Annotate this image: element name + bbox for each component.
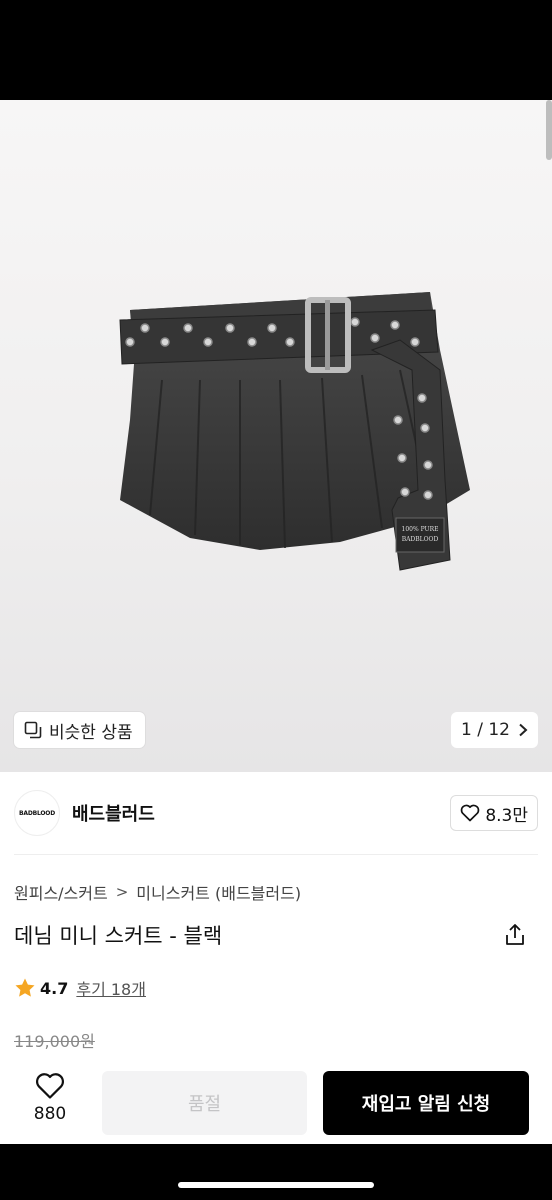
star-icon <box>15 978 35 997</box>
product-info: BADBLOOD 배드블러드 8.3만 원피스/스커트 > 미니스커트 (배드블… <box>0 772 552 1062</box>
similar-products-button[interactable]: 비슷한 상품 <box>14 712 145 748</box>
original-price: 119,000원 <box>14 1032 95 1051</box>
tag-text-line-1: 100% PURE <box>402 526 439 533</box>
rating-row: 4.7 후기 18개 <box>14 976 146 1000</box>
copy-squares-icon <box>24 721 42 739</box>
heart-outline-icon <box>461 804 480 822</box>
breadcrumb-subcategory[interactable]: 미니스커트 (배드블러드) <box>136 880 301 904</box>
brand-row: BADBLOOD 배드블러드 8.3만 <box>14 790 538 836</box>
brand-like-count: 8.3만 <box>485 805 528 826</box>
breadcrumb-separator: > <box>115 883 129 901</box>
brand-logo[interactable]: BADBLOOD <box>14 790 60 836</box>
home-indicator[interactable] <box>178 1182 374 1188</box>
chevron-right-icon <box>519 723 528 737</box>
image-page-indicator[interactable]: 1 / 12 <box>451 712 538 748</box>
wishlist-count: 880 <box>33 1104 67 1124</box>
breadcrumb-category[interactable]: 원피스/스커트 <box>14 880 108 904</box>
brand-like-button[interactable]: 8.3만 <box>450 795 538 831</box>
divider <box>14 854 538 855</box>
wishlist-button[interactable]: 880 <box>24 1072 76 1136</box>
review-count-link[interactable]: 후기 18개 <box>76 976 146 1000</box>
status-bar <box>0 0 552 100</box>
brand-name[interactable]: 배드블러드 <box>72 800 155 826</box>
rating-value: 4.7 <box>40 978 69 998</box>
gallery-scrollbar[interactable] <box>546 100 552 160</box>
share-icon[interactable] <box>504 923 526 947</box>
purchase-bar: 880 품절 재입고 알림 신청 <box>0 1062 552 1144</box>
soldout-button[interactable]: 품절 <box>102 1071 307 1135</box>
product-image-gallery[interactable]: 100% PURE BADBLOOD 비슷한 상품 1 / 12 <box>0 100 552 772</box>
breadcrumb: 원피스/스커트 > 미니스커트 (배드블러드) <box>14 880 301 904</box>
heart-outline-icon <box>36 1073 64 1099</box>
product-image-denim-skirt: 100% PURE BADBLOOD <box>119 292 470 571</box>
tag-text-line-2: BADBLOOD <box>402 536 439 543</box>
restock-alert-button[interactable]: 재입고 알림 신청 <box>323 1071 529 1135</box>
page-count: 1 / 12 <box>461 720 510 740</box>
product-title: 데님 미니 스커트 - 블랙 <box>14 924 223 948</box>
similar-products-label: 비슷한 상품 <box>49 722 133 743</box>
home-indicator-area <box>0 1144 552 1200</box>
